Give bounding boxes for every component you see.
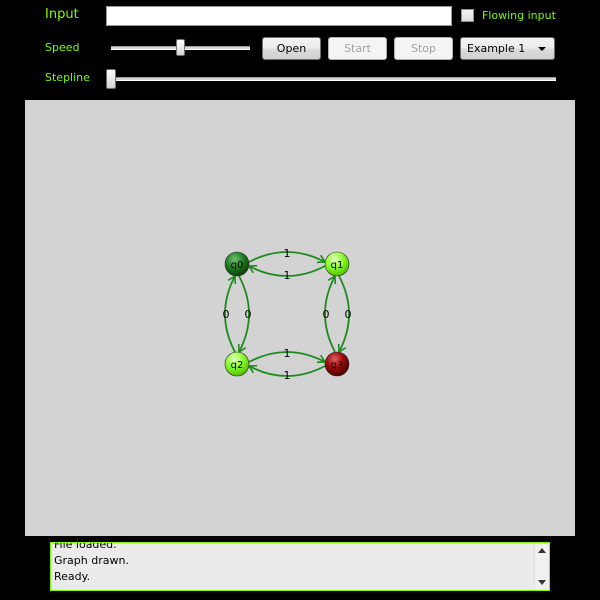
state-label-q3: q3 xyxy=(331,360,344,371)
stepline-label: Stepline xyxy=(45,71,90,84)
flowing-input-checkbox[interactable] xyxy=(461,9,474,22)
log-lines: File loaded. Graph drawn. Ready. xyxy=(54,542,534,585)
example-select[interactable]: Example 1 xyxy=(460,37,555,60)
input-label: Input xyxy=(45,7,79,22)
edge-label-q1-q0: 1 xyxy=(284,269,291,282)
log-line: Ready. xyxy=(54,570,91,583)
stepline-slider-thumb[interactable] xyxy=(106,69,116,89)
automaton-graph: 1 1 0 0 0 0 1 1 q0 q1 q2 q3 xyxy=(223,247,352,382)
example-select-value: Example 1 xyxy=(467,42,526,55)
speed-label: Speed xyxy=(45,41,80,54)
log-scrollbar[interactable] xyxy=(534,543,549,590)
start-button[interactable]: Start xyxy=(328,37,387,60)
edge-label-q2-q3: 1 xyxy=(284,347,291,360)
log-panel[interactable]: File loaded. Graph drawn. Ready. xyxy=(50,542,550,591)
speed-slider-thumb[interactable] xyxy=(176,39,185,56)
edge-label-q0-q1: 1 xyxy=(284,247,291,260)
log-line: Graph drawn. xyxy=(54,554,129,567)
edge-label-q3-q2: 1 xyxy=(284,369,291,382)
edge-label-q2-q0: 0 xyxy=(223,308,230,321)
state-label-q2: q2 xyxy=(231,360,244,371)
stepline-slider-track[interactable] xyxy=(111,77,556,81)
state-label-q0: q0 xyxy=(231,260,244,271)
edge-label-q1-q3: 0 xyxy=(345,308,352,321)
open-button[interactable]: Open xyxy=(262,37,321,60)
state-label-q1: q1 xyxy=(331,260,344,271)
edge-label-q0-q2: 0 xyxy=(245,308,252,321)
input-field[interactable] xyxy=(106,6,452,26)
edge-label-q3-q1: 0 xyxy=(323,308,330,321)
stop-button[interactable]: Stop xyxy=(394,37,453,60)
chevron-down-icon xyxy=(538,47,546,51)
flowing-input-label: Flowing input xyxy=(482,9,556,22)
scroll-up-icon[interactable] xyxy=(538,548,546,553)
log-line: File loaded. xyxy=(54,542,117,551)
graph-canvas: 1 1 0 0 0 0 1 1 q0 q1 q2 q3 xyxy=(25,100,575,536)
scroll-down-icon[interactable] xyxy=(538,580,546,585)
